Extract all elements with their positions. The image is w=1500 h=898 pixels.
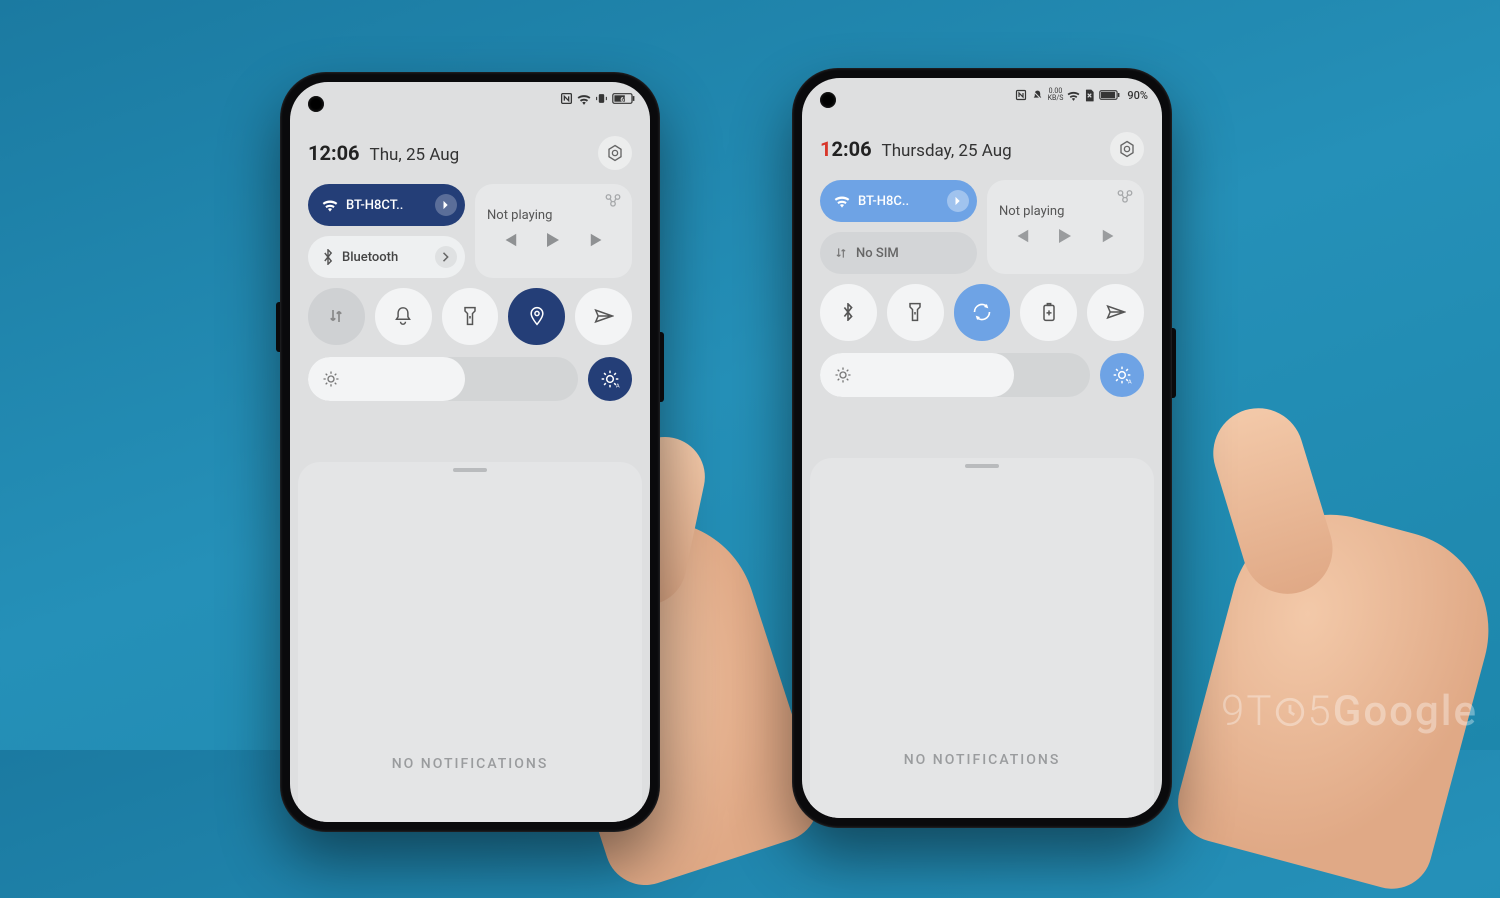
location-toggle[interactable] bbox=[508, 288, 565, 345]
wifi-tile[interactable]: BT-H8C.. bbox=[820, 180, 977, 222]
camera-punch-hole bbox=[820, 92, 836, 108]
notification-panel[interactable]: NO NOTIFICATIONS bbox=[810, 458, 1154, 818]
wifi-icon bbox=[1067, 90, 1080, 101]
flashlight-toggle[interactable] bbox=[887, 284, 944, 341]
status-bar: 61 bbox=[560, 92, 636, 105]
chevron-right-icon[interactable] bbox=[435, 194, 457, 216]
brightness-slider[interactable] bbox=[820, 353, 1090, 397]
wifi-icon bbox=[834, 194, 850, 208]
status-bar: 0.00KB/S 90% bbox=[1015, 88, 1148, 102]
net-speed: 0.00KB/S bbox=[1048, 88, 1064, 102]
media-status-label: Not playing bbox=[487, 208, 620, 223]
settings-button[interactable] bbox=[598, 136, 632, 170]
battery-percent: 90% bbox=[1127, 89, 1148, 102]
settings-button[interactable] bbox=[1110, 132, 1144, 166]
bluetooth-tile[interactable]: Bluetooth bbox=[308, 236, 465, 278]
media-status-label: Not playing bbox=[999, 204, 1132, 219]
sim-tile-label: No SIM bbox=[856, 246, 899, 261]
watermark: 9T5Google bbox=[1221, 687, 1478, 736]
brightness-slider[interactable] bbox=[308, 357, 578, 401]
drag-handle[interactable] bbox=[965, 464, 999, 468]
battery-icon bbox=[1099, 89, 1121, 101]
airplane-toggle[interactable] bbox=[575, 288, 632, 345]
mobile-data-toggle[interactable] bbox=[308, 288, 365, 345]
wifi-icon bbox=[577, 93, 591, 105]
screen-left: 61 12:06 Thu, 25 Aug BT-H8CT.. bbox=[290, 82, 650, 822]
svg-text:A: A bbox=[616, 383, 620, 389]
battery-icon: 61 bbox=[612, 92, 636, 105]
clock-date[interactable]: Thursday, 25 Aug bbox=[882, 141, 1012, 161]
no-sim-icon bbox=[1084, 89, 1095, 102]
cast-icon[interactable] bbox=[1116, 188, 1134, 204]
brightness-icon bbox=[834, 366, 852, 384]
bluetooth-tile-label: Bluetooth bbox=[342, 250, 398, 265]
quick-settings-row bbox=[820, 284, 1144, 341]
drag-handle[interactable] bbox=[453, 468, 487, 472]
vibrate-icon bbox=[595, 92, 608, 105]
quick-settings-row bbox=[308, 288, 632, 345]
flashlight-toggle[interactable] bbox=[442, 288, 499, 345]
wifi-tile-label: BT-H8C.. bbox=[858, 194, 909, 209]
clock-date[interactable]: Thu, 25 Aug bbox=[370, 145, 460, 165]
silent-icon bbox=[1031, 89, 1044, 102]
phone-right: 0.00KB/S 90% 12:06 Thursday, 25 Aug bbox=[792, 68, 1172, 828]
media-play-button[interactable] bbox=[1059, 229, 1071, 243]
nfc-icon bbox=[1015, 89, 1027, 101]
chevron-right-icon[interactable] bbox=[947, 190, 969, 212]
bluetooth-toggle[interactable] bbox=[820, 284, 877, 341]
phone-left: 61 12:06 Thu, 25 Aug BT-H8CT.. bbox=[280, 72, 660, 832]
no-notifications-label: NO NOTIFICATIONS bbox=[904, 752, 1061, 768]
media-next-button[interactable] bbox=[589, 233, 605, 247]
auto-brightness-toggle[interactable]: A bbox=[1100, 353, 1144, 397]
clock-time[interactable]: 12:06 bbox=[308, 141, 360, 165]
media-prev-button[interactable] bbox=[502, 233, 518, 247]
qs-header: 12:06 Thursday, 25 Aug bbox=[820, 132, 1144, 166]
camera-punch-hole bbox=[308, 96, 324, 112]
brightness-icon bbox=[322, 370, 340, 388]
wifi-tile-label: BT-H8CT.. bbox=[346, 198, 403, 213]
nfc-icon bbox=[560, 92, 573, 105]
svg-text:61: 61 bbox=[620, 95, 627, 103]
qs-header: 12:06 Thu, 25 Aug bbox=[308, 136, 632, 170]
media-player-tile[interactable]: Not playing bbox=[475, 184, 632, 278]
auto-brightness-toggle[interactable]: A bbox=[588, 357, 632, 401]
media-next-button[interactable] bbox=[1101, 229, 1117, 243]
bluetooth-icon bbox=[322, 249, 334, 265]
notification-panel[interactable]: NO NOTIFICATIONS bbox=[298, 462, 642, 822]
svg-text:A: A bbox=[1128, 379, 1132, 385]
dnd-toggle[interactable] bbox=[375, 288, 432, 345]
cast-icon[interactable] bbox=[604, 192, 622, 208]
data-icon bbox=[834, 245, 848, 261]
wifi-icon bbox=[322, 198, 338, 212]
media-player-tile[interactable]: Not playing bbox=[987, 180, 1144, 274]
screen-right: 0.00KB/S 90% 12:06 Thursday, 25 Aug bbox=[802, 78, 1162, 818]
battery-saver-toggle[interactable] bbox=[1020, 284, 1077, 341]
chevron-right-icon[interactable] bbox=[435, 246, 457, 268]
media-prev-button[interactable] bbox=[1014, 229, 1030, 243]
no-notifications-label: NO NOTIFICATIONS bbox=[392, 756, 549, 772]
wifi-tile[interactable]: BT-H8CT.. bbox=[308, 184, 465, 226]
auto-rotate-toggle[interactable] bbox=[954, 284, 1011, 341]
clock-time[interactable]: 12:06 bbox=[820, 137, 872, 161]
airplane-toggle[interactable] bbox=[1087, 284, 1144, 341]
media-play-button[interactable] bbox=[547, 233, 559, 247]
mobile-data-tile[interactable]: No SIM bbox=[820, 232, 977, 274]
